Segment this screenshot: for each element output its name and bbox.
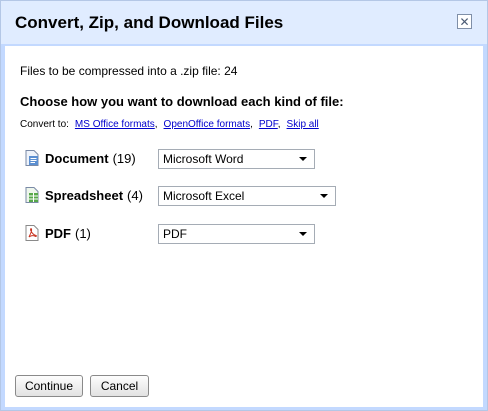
convert-to-row: Convert to: MS Office formats, OpenOffice … bbox=[20, 119, 319, 130]
chevron-down-icon bbox=[320, 194, 328, 198]
dialog-titlebar: Convert, Zip, and Download Files ✕ bbox=[1, 1, 487, 45]
dialog-footer: Continue Cancel bbox=[5, 363, 483, 407]
chevron-down-icon bbox=[299, 232, 307, 236]
convert-to-label: Convert to: bbox=[20, 119, 69, 130]
dialog-body: Files to be compressed into a .zip file:… bbox=[5, 46, 483, 363]
filetype-pdf: PDF (1) bbox=[25, 222, 91, 244]
select-value: Microsoft Excel bbox=[163, 189, 245, 203]
filetype-count: (4) bbox=[127, 187, 143, 203]
select-value: Microsoft Word bbox=[163, 152, 244, 166]
compress-count-text: Files to be compressed into a .zip file:… bbox=[20, 64, 238, 78]
spreadsheet-format-select[interactable]: Microsoft Excel bbox=[158, 186, 336, 206]
filetype-spreadsheet: Spreadsheet (4) bbox=[25, 184, 143, 206]
cancel-button[interactable]: Cancel bbox=[90, 375, 149, 397]
document-format-select[interactable]: Microsoft Word bbox=[158, 149, 315, 169]
filetype-name: Document bbox=[45, 150, 109, 166]
document-icon bbox=[25, 150, 39, 166]
convert-link-ms-office[interactable]: MS Office formats bbox=[75, 119, 155, 130]
dialog-title: Convert, Zip, and Download Files bbox=[15, 13, 284, 32]
filetype-name: Spreadsheet bbox=[45, 187, 124, 203]
filetype-count: (1) bbox=[75, 225, 91, 241]
continue-button[interactable]: Continue bbox=[15, 375, 83, 397]
choose-heading: Choose how you want to download each kin… bbox=[20, 94, 344, 109]
link-separator: , bbox=[277, 119, 281, 130]
select-value: PDF bbox=[163, 227, 187, 241]
spreadsheet-icon bbox=[25, 187, 39, 203]
convert-link-skip-all[interactable]: Skip all bbox=[287, 119, 319, 130]
chevron-down-icon bbox=[299, 157, 307, 161]
convert-zip-download-dialog: Convert, Zip, and Download Files ✕ Files… bbox=[0, 0, 488, 411]
pdf-format-select[interactable]: PDF bbox=[158, 224, 315, 244]
filetype-count: (19) bbox=[112, 150, 136, 166]
convert-link-openoffice[interactable]: OpenOffice formats bbox=[164, 119, 251, 130]
filetype-name: PDF bbox=[45, 225, 71, 241]
close-icon[interactable]: ✕ bbox=[457, 14, 472, 29]
filetype-document: Document (19) bbox=[25, 147, 136, 169]
link-separator: , bbox=[250, 119, 253, 130]
pdf-icon bbox=[25, 225, 39, 241]
convert-link-pdf[interactable]: PDF bbox=[259, 119, 278, 130]
link-separator: , bbox=[154, 119, 158, 130]
